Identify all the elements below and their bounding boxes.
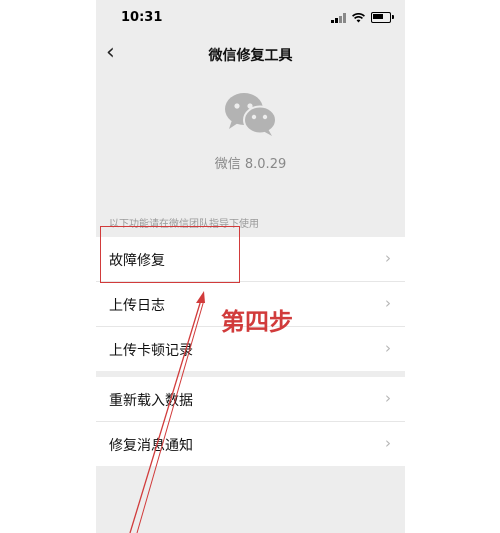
annotation-arrow — [129, 291, 205, 533]
